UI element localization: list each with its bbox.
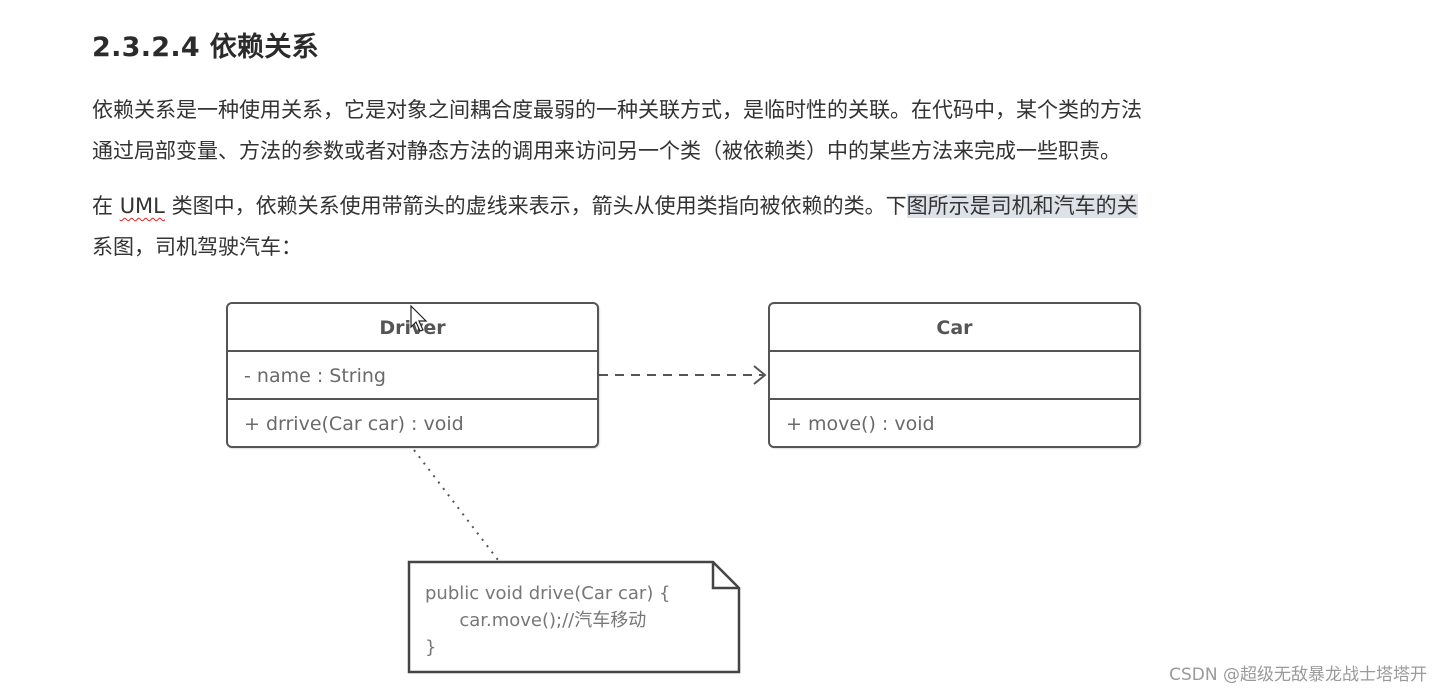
class-attribute <box>770 352 1139 400</box>
class-operation: + move() : void <box>786 413 935 435</box>
class-operation: + drrive(Car car) : void <box>244 413 464 435</box>
class-name: Car <box>770 304 1139 352</box>
code-line: car.move();//汽车移动 <box>425 610 647 631</box>
mouse-cursor-icon <box>410 305 428 332</box>
note-code: public void drive(Car car) { car.move();… <box>425 580 671 661</box>
class-car[interactable]: Car + move() : void <box>768 302 1141 448</box>
class-attribute: - name : String <box>228 352 597 400</box>
uml-class-diagram: Driver - name : String + drrive(Car car)… <box>0 0 1441 691</box>
note-anchor-line <box>413 449 499 561</box>
code-line: } <box>425 637 437 658</box>
watermark: CSDN @超级无敌暴龙战士塔塔开 <box>1169 665 1427 685</box>
code-note: public void drive(Car car) { car.move();… <box>407 560 741 674</box>
code-line: public void drive(Car car) { <box>425 583 671 604</box>
